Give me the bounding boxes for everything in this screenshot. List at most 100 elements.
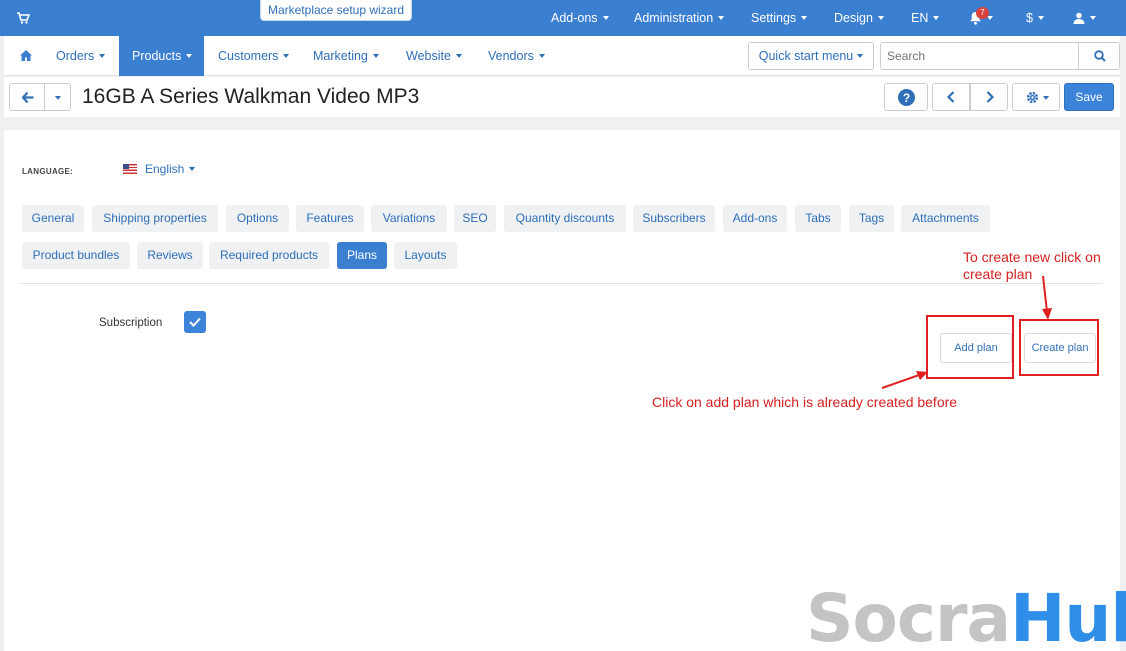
chevron-right-icon (986, 91, 994, 103)
create-plan-annotation-line1: To create new click on (963, 249, 1101, 265)
help-button[interactable]: ? (884, 83, 928, 111)
nav-products-label: Products (132, 49, 182, 63)
tab-attachments[interactable]: Attachments (901, 205, 990, 232)
product-edit-panel: LANGUAGE: English General Shipping prope… (4, 130, 1126, 651)
watermark-part1: Socra (806, 580, 1011, 651)
arrow-head (1042, 308, 1052, 320)
tab-tags[interactable]: Tags (849, 205, 894, 232)
help-icon: ? (898, 89, 915, 106)
topnav-design-label: Design (834, 11, 873, 25)
chevron-down-icon (602, 16, 609, 20)
search-button[interactable] (1078, 42, 1120, 70)
tab-options[interactable]: Options (226, 205, 289, 232)
currency-menu[interactable]: $ (1026, 0, 1044, 36)
chevron-down-icon (372, 54, 379, 58)
annotation-arrows (881, 275, 1052, 389)
topnav-language[interactable]: EN (911, 0, 940, 36)
arrow-left-icon (22, 92, 34, 103)
tab-shipping-properties[interactable]: Shipping properties (92, 205, 218, 232)
tab-tabs[interactable]: Tabs (795, 205, 841, 232)
nav-customers-label: Customers (218, 49, 279, 63)
tab-general[interactable]: General (22, 205, 84, 232)
quick-start-menu-button[interactable]: Quick start menu (748, 42, 874, 70)
back-button[interactable] (9, 83, 45, 111)
tab-layouts[interactable]: Layouts (394, 242, 457, 269)
chevron-down-icon (857, 54, 864, 58)
chevron-down-icon (1090, 16, 1096, 20)
chevron-down-icon (283, 54, 290, 58)
arrow-line (881, 373, 923, 389)
topnav-addons-label: Add-ons (551, 11, 598, 25)
topnav-settings-label: Settings (751, 11, 797, 25)
chevron-down-icon (933, 16, 940, 20)
topnav-settings[interactable]: Settings (751, 0, 808, 36)
create-plan-annotation-line2: create plan (963, 266, 1033, 282)
tab-subscribers[interactable]: Subscribers (633, 205, 715, 232)
home-button[interactable] (12, 36, 40, 76)
chevron-down-icon (1043, 96, 1049, 100)
chevron-down-icon (186, 54, 193, 58)
create-plan-annotation: To create new click on create plan (963, 249, 1101, 283)
back-history-dropdown[interactable] (44, 83, 71, 111)
subscription-checkbox[interactable] (184, 311, 206, 333)
svg-text:?: ? (903, 91, 910, 105)
nav-customers[interactable]: Customers (218, 36, 290, 76)
chevron-down-icon (538, 54, 545, 58)
nav-vendors-label: Vendors (488, 49, 534, 63)
home-icon (20, 50, 32, 61)
topnav-administration-label: Administration (634, 11, 714, 25)
chevron-down-icon (1037, 16, 1044, 20)
tab-variations[interactable]: Variations (371, 205, 447, 232)
main-navigation: Orders Products Customers Marketing Webs… (4, 36, 1120, 76)
marketplace-setup-wizard-button[interactable]: Marketplace setup wizard (260, 0, 412, 21)
tab-product-bundles[interactable]: Product bundles (22, 242, 130, 269)
cart-icon[interactable] (16, 11, 30, 25)
nav-orders[interactable]: Orders (56, 36, 106, 76)
us-flag-icon (123, 164, 137, 174)
user-icon (1073, 12, 1085, 24)
gear-icon (1026, 91, 1039, 104)
tab-reviews[interactable]: Reviews (137, 242, 203, 269)
subscription-label: Subscription (99, 317, 163, 329)
tab-seo[interactable]: SEO (454, 205, 496, 232)
search-input[interactable] (880, 42, 1079, 70)
tab-addons[interactable]: Add-ons (723, 205, 787, 232)
chevron-down-icon (455, 54, 462, 58)
chevron-down-icon (55, 96, 61, 100)
settings-dropdown-button[interactable] (1012, 83, 1060, 111)
socrahub-watermark: SocraHub (806, 586, 1126, 651)
nav-marketing[interactable]: Marketing (313, 36, 379, 76)
topnav-addons[interactable]: Add-ons (551, 0, 609, 36)
next-product-button[interactable] (970, 83, 1008, 111)
language-selector[interactable]: English (123, 162, 196, 176)
nav-vendors[interactable]: Vendors (488, 36, 545, 76)
quick-start-label: Quick start menu (758, 49, 854, 63)
language-label: LANGUAGE: (22, 167, 74, 176)
chevron-down-icon (189, 167, 196, 171)
chevron-down-icon (99, 54, 106, 58)
topnav-language-label: EN (911, 11, 929, 25)
notification-count-badge: 7 (976, 7, 989, 19)
tab-features[interactable]: Features (296, 205, 364, 232)
tab-required-products[interactable]: Required products (209, 242, 329, 269)
previous-product-button[interactable] (932, 83, 970, 111)
nav-products[interactable]: Products (119, 36, 204, 76)
nav-website-label: Website (406, 49, 451, 63)
user-menu[interactable] (1073, 0, 1096, 36)
topnav-design[interactable]: Design (834, 0, 884, 36)
nav-marketing-label: Marketing (313, 49, 368, 63)
save-button[interactable]: Save (1064, 83, 1114, 111)
chevron-down-icon (987, 16, 993, 20)
page-title: 16GB A Series Walkman Video MP3 (82, 85, 420, 108)
tab-quantity-discounts[interactable]: Quantity discounts (504, 205, 626, 232)
tab-plans[interactable]: Plans (337, 242, 387, 269)
search-icon (1094, 50, 1106, 62)
nav-website[interactable]: Website (406, 36, 462, 76)
top-admin-bar: Marketplace setup wizard Add-ons Adminis… (0, 0, 1126, 36)
chevron-down-icon (877, 16, 884, 20)
watermark-part2: Hub (1010, 580, 1126, 651)
language-value: English (145, 162, 185, 176)
chevron-left-icon (947, 91, 955, 103)
product-title-bar: 16GB A Series Walkman Video MP3 ? Save (4, 77, 1120, 117)
topnav-administration[interactable]: Administration (634, 0, 725, 36)
